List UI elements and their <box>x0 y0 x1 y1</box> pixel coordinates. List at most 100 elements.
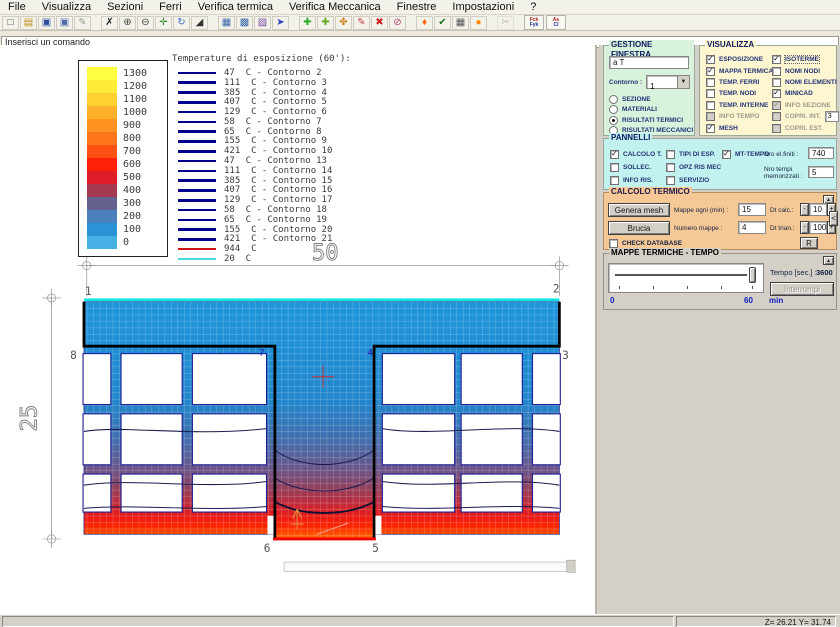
checkbox-icon <box>666 163 675 172</box>
slider-handle[interactable] <box>749 267 756 283</box>
radio-row[interactable]: SEZIONE <box>609 94 693 105</box>
interrompi-button[interactable]: Interrompi <box>770 282 834 296</box>
elimina-ferro-icon[interactable]: ✖ <box>371 16 388 30</box>
checkbox-row[interactable]: TEMP. INTERNE <box>706 100 773 111</box>
legend-item: 200 <box>79 210 167 223</box>
checkbox-row[interactable]: TEMP. NODI <box>706 88 773 99</box>
time-slider[interactable] <box>608 263 764 293</box>
checkbox-row[interactable]: TEMP. FERRI <box>706 77 773 88</box>
contour-line-swatch <box>178 81 216 84</box>
checkbox-row[interactable]: COPRI. INT. 3 <box>772 111 839 122</box>
legend-item: 600 <box>79 158 167 171</box>
checkbox-row[interactable]: INFO RIS. <box>610 174 662 187</box>
ferri-icon[interactable]: ➤ <box>272 16 289 30</box>
checkbox-row[interactable]: ESPOSIZIONE <box>706 54 773 65</box>
collapse-up-button[interactable]: ▲ <box>823 256 834 265</box>
contour-line-swatch <box>178 179 216 182</box>
brucia-icon[interactable]: ♦ <box>416 16 433 30</box>
contour-label: 58 C - Contorno 7 <box>224 117 322 127</box>
dt-trian-field[interactable]: 100 <box>809 221 827 234</box>
checkbox-row[interactable]: ISOTERME <box>772 54 839 65</box>
checkbox-row[interactable]: CALCOLO T. <box>610 148 662 161</box>
menu-item[interactable]: Verifica termica <box>190 0 281 15</box>
zoom-window-icon[interactable]: ⊕ <box>119 16 136 30</box>
checkbox-row[interactable]: NOMI ELEMENTI <box>772 77 839 88</box>
delete-icon[interactable]: ✗ <box>101 16 118 30</box>
drawing-canvas[interactable]: 50 25 <box>0 45 597 614</box>
mesh-icon[interactable]: ▩ <box>236 16 253 30</box>
dt-trian-minus-button[interactable]: - <box>800 221 809 234</box>
menu-item[interactable]: Impostazioni <box>444 0 522 15</box>
numero-mappe-field[interactable]: 4 <box>738 221 766 234</box>
r-button[interactable]: R <box>800 237 818 249</box>
menu-item[interactable]: Finestre <box>389 0 445 15</box>
checkbox-row[interactable]: OPZ RIS MEC <box>666 161 721 174</box>
redraw-icon[interactable]: ↻ <box>173 16 190 30</box>
checkbox-row[interactable]: INFO TEMPO <box>706 111 773 122</box>
zoom-out-icon[interactable]: ⊖ <box>137 16 154 30</box>
checkbox-icon <box>706 55 715 64</box>
open-folder-icon[interactable]: ▤ <box>20 16 37 30</box>
add-ferro-icon[interactable]: ✚ <box>299 16 316 30</box>
mappe-ogni-field[interactable]: 15 <box>738 203 766 216</box>
checkbox-row[interactable]: TIPI DI ESP. <box>666 148 721 161</box>
exposure-item: 944 C <box>172 244 402 254</box>
menu-item[interactable]: Visualizza <box>34 0 99 15</box>
contour-line-swatch <box>178 91 216 94</box>
menu-bar: FileVisualizzaSezioniFerriVerifica termi… <box>0 0 840 15</box>
cancella-icon[interactable]: ⊘ <box>389 16 406 30</box>
tempo-value: 3600 <box>816 268 833 277</box>
checkbox-row[interactable]: COPRI. EST. <box>772 122 839 133</box>
checkbox-row[interactable]: NOMI NODI <box>772 65 839 76</box>
sposta-ferro-icon[interactable]: ✤ <box>335 16 352 30</box>
checkbox-row[interactable]: MESH <box>706 122 773 133</box>
taglia-icon[interactable]: ✂ <box>497 16 514 30</box>
new-file-icon[interactable]: □ <box>2 16 19 30</box>
dt-calc-minus-button[interactable]: - <box>800 203 809 216</box>
genera-mesh-button[interactable]: Genera mesh <box>608 203 670 217</box>
contour-line-swatch <box>178 189 216 192</box>
window-name-input[interactable]: a T <box>609 56 689 69</box>
checkbox-row[interactable]: MAPPA TERMICA <box>706 65 773 76</box>
checkbox-row[interactable]: SERVIZIO <box>666 174 721 187</box>
check-database-row[interactable]: CHECK DATABASE <box>609 238 682 248</box>
shade-icon[interactable]: ◢ <box>191 16 208 30</box>
modifica-ferro-icon[interactable]: ✎ <box>353 16 370 30</box>
mappa-termica-icon[interactable]: ▨ <box>254 16 271 30</box>
menu-item[interactable]: Verifica Meccanica <box>281 0 389 15</box>
dt-calc-field[interactable]: 10 <box>809 203 827 216</box>
checkbox-row[interactable]: MT-TEMPO <box>722 148 769 161</box>
exposure-item: 155 C - Contorno 9 <box>172 137 402 147</box>
add-ferri-multi-icon[interactable]: ✚ <box>317 16 334 30</box>
chevron-down-icon[interactable]: ▼ <box>677 76 689 88</box>
edit-sheet-icon[interactable]: ✎ <box>74 16 91 30</box>
copri-int-field[interactable]: 3 <box>825 111 839 122</box>
contour-label: 111 C - Contorno 3 <box>224 78 327 88</box>
save-report-icon[interactable]: ▣ <box>56 16 73 30</box>
menu-item[interactable]: Sezioni <box>99 0 151 15</box>
save-icon[interactable]: ▣ <box>38 16 55 30</box>
sezione-icon[interactable]: ▦ <box>218 16 235 30</box>
shrink-panel-button[interactable]: < <box>829 211 838 226</box>
canvas-hscrollbar[interactable] <box>284 560 575 572</box>
el-finiti-field[interactable]: 740 <box>808 147 834 159</box>
checkbox-row[interactable]: INFO SEZIONE <box>772 100 839 111</box>
as-cl-button[interactable]: AsCl <box>546 15 566 30</box>
radio-row[interactable]: MATERIALI <box>609 105 693 116</box>
contorno-dropdown[interactable]: 1 ▼ <box>646 75 690 89</box>
goccia-icon[interactable]: ● <box>470 16 487 30</box>
fck-fyk-button[interactable]: FckFyk <box>524 15 544 30</box>
menu-item[interactable]: Ferri <box>151 0 190 15</box>
tempi-field[interactable]: 5 <box>808 166 834 178</box>
checkbox-row[interactable]: SOLLEC. <box>610 161 662 174</box>
menu-item[interactable]: ? <box>522 0 544 15</box>
exposure-item: 65 C - Contorno 8 <box>172 127 402 137</box>
verifica-icon[interactable]: ✔ <box>434 16 451 30</box>
radio-row[interactable]: RISULTATI TERMICI <box>609 115 693 126</box>
checkbox-row[interactable]: MINICAD <box>772 88 839 99</box>
slider-track[interactable] <box>615 274 747 276</box>
tabella-icon[interactable]: ▦ <box>452 16 469 30</box>
pan-icon[interactable]: ✛ <box>155 16 172 30</box>
menu-item[interactable]: File <box>0 0 34 15</box>
brucia-button[interactable]: Brucia <box>608 221 670 235</box>
